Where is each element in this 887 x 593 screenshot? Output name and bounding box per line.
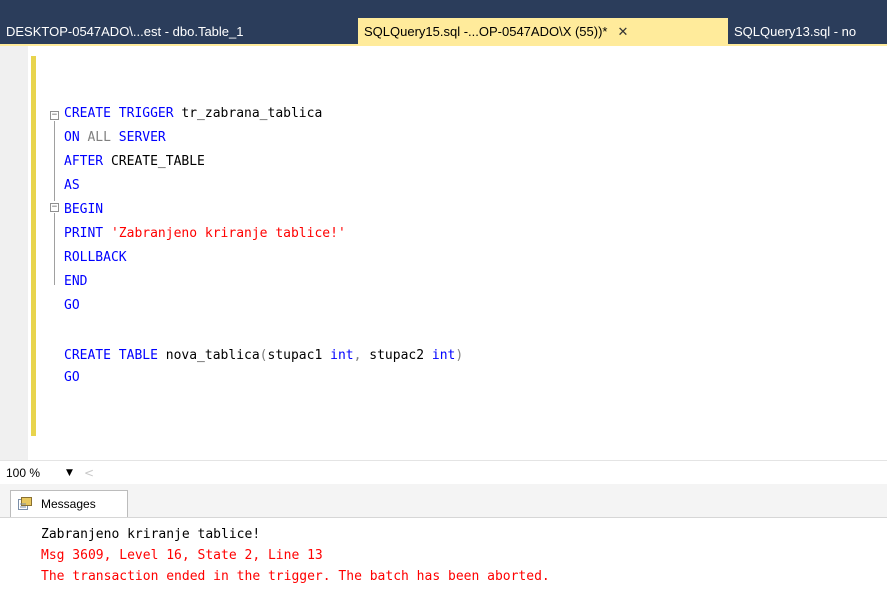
code-line[interactable]: CREATE TRIGGER tr_zabrana_tablica — [64, 104, 322, 124]
sql-keyword: END — [64, 274, 88, 289]
tab-sqlquery15[interactable]: SQLQuery15.sql -...OP-0547ADO\X (55))* ✕ — [358, 18, 728, 46]
sql-keyword: SERVER — [110, 130, 166, 145]
sql-keyword: ON — [64, 130, 80, 145]
code-line[interactable]: PRINT 'Zabranjeno kriranje tablice!' — [64, 224, 346, 244]
sql-keyword: GO — [64, 370, 80, 385]
sql-token: nova_tablica — [157, 348, 260, 363]
sql-keyword: ROLLBACK — [64, 250, 127, 265]
sql-token: stupac1 — [267, 348, 331, 363]
sql-keyword: CREATE TABLE — [64, 348, 158, 363]
messages-icon — [18, 497, 32, 510]
sql-token: ALL — [87, 130, 111, 145]
sql-keyword: AFTER — [64, 154, 104, 169]
error-message-line: The transaction ended in the trigger. Th… — [41, 569, 550, 584]
code-line[interactable]: CREATE TABLE nova_tablica(stupac1 int, s… — [64, 346, 463, 366]
close-icon[interactable]: ✕ — [617, 24, 628, 39]
editor-gutter — [0, 46, 28, 460]
zoom-level[interactable]: 100 % — [6, 463, 40, 483]
sql-keyword: int — [330, 348, 354, 363]
code-line[interactable]: GO — [64, 296, 80, 316]
tab-label: DESKTOP-0547ADO\...est - dbo.Table_1 — [6, 24, 244, 39]
sql-token: CREATE_TABLE — [103, 154, 205, 169]
collapse-icon[interactable]: − — [50, 111, 59, 120]
fold-guide-line — [54, 121, 55, 201]
sql-token: tr_zabrana_tablica — [173, 106, 323, 121]
results-panel: Messages Zabranjeno kriranje tablice! Ms… — [0, 484, 887, 593]
code-line[interactable]: GO — [64, 368, 80, 388]
tab-table-1[interactable]: DESKTOP-0547ADO\...est - dbo.Table_1 — [0, 18, 358, 46]
sql-keyword: GO — [64, 298, 80, 313]
tab-sqlquery13[interactable]: SQLQuery13.sql - no — [728, 18, 887, 46]
zoom-dropdown-icon[interactable]: ▼ — [66, 463, 73, 483]
tab-messages-label: Messages — [41, 497, 96, 511]
sql-keyword: PRINT — [64, 226, 104, 241]
scroll-left-icon[interactable]: < — [84, 463, 94, 483]
sql-keyword: int — [431, 348, 456, 363]
collapse-icon[interactable]: − — [50, 203, 59, 212]
sql-token: ) — [455, 348, 464, 363]
code-line[interactable]: AS — [64, 176, 80, 196]
tab-label: SQLQuery13.sql - no — [734, 24, 857, 39]
code-line[interactable]: ROLLBACK — [64, 248, 127, 268]
results-tab-row: Messages — [0, 484, 887, 518]
change-tracking-bar — [31, 56, 36, 436]
sql-keyword: CREATE TRIGGER — [64, 106, 174, 121]
code-line[interactable]: END — [64, 272, 87, 292]
tab-label: SQLQuery15.sql -...OP-0547ADO\X (55))* — [364, 24, 608, 39]
query-editor[interactable]: − − CREATE TRIGGER tr_zabrana_tablica ON … — [0, 46, 887, 460]
sql-token: ( — [259, 348, 268, 363]
sql-keyword: BEGIN — [64, 202, 104, 217]
editor-status-bar: 100 % ▼ < — [0, 460, 887, 485]
code-line[interactable]: BEGIN — [64, 200, 103, 220]
error-message-line: Msg 3609, Level 16, State 2, Line 13 — [41, 548, 323, 563]
sql-keyword: AS — [64, 178, 80, 193]
document-tab-strip: DESKTOP-0547ADO\...est - dbo.Table_1 SQL… — [0, 0, 887, 46]
sql-token: stupac2 — [361, 348, 432, 363]
message-line: Zabranjeno kriranje tablice! — [41, 527, 261, 542]
tab-messages[interactable]: Messages — [10, 490, 128, 517]
code-line[interactable]: ON ALL SERVER — [64, 128, 166, 148]
sql-string: 'Zabranjeno kriranje tablice!' — [110, 226, 346, 241]
fold-guide-line — [54, 213, 55, 285]
code-line[interactable]: AFTER CREATE_TABLE — [64, 152, 205, 172]
